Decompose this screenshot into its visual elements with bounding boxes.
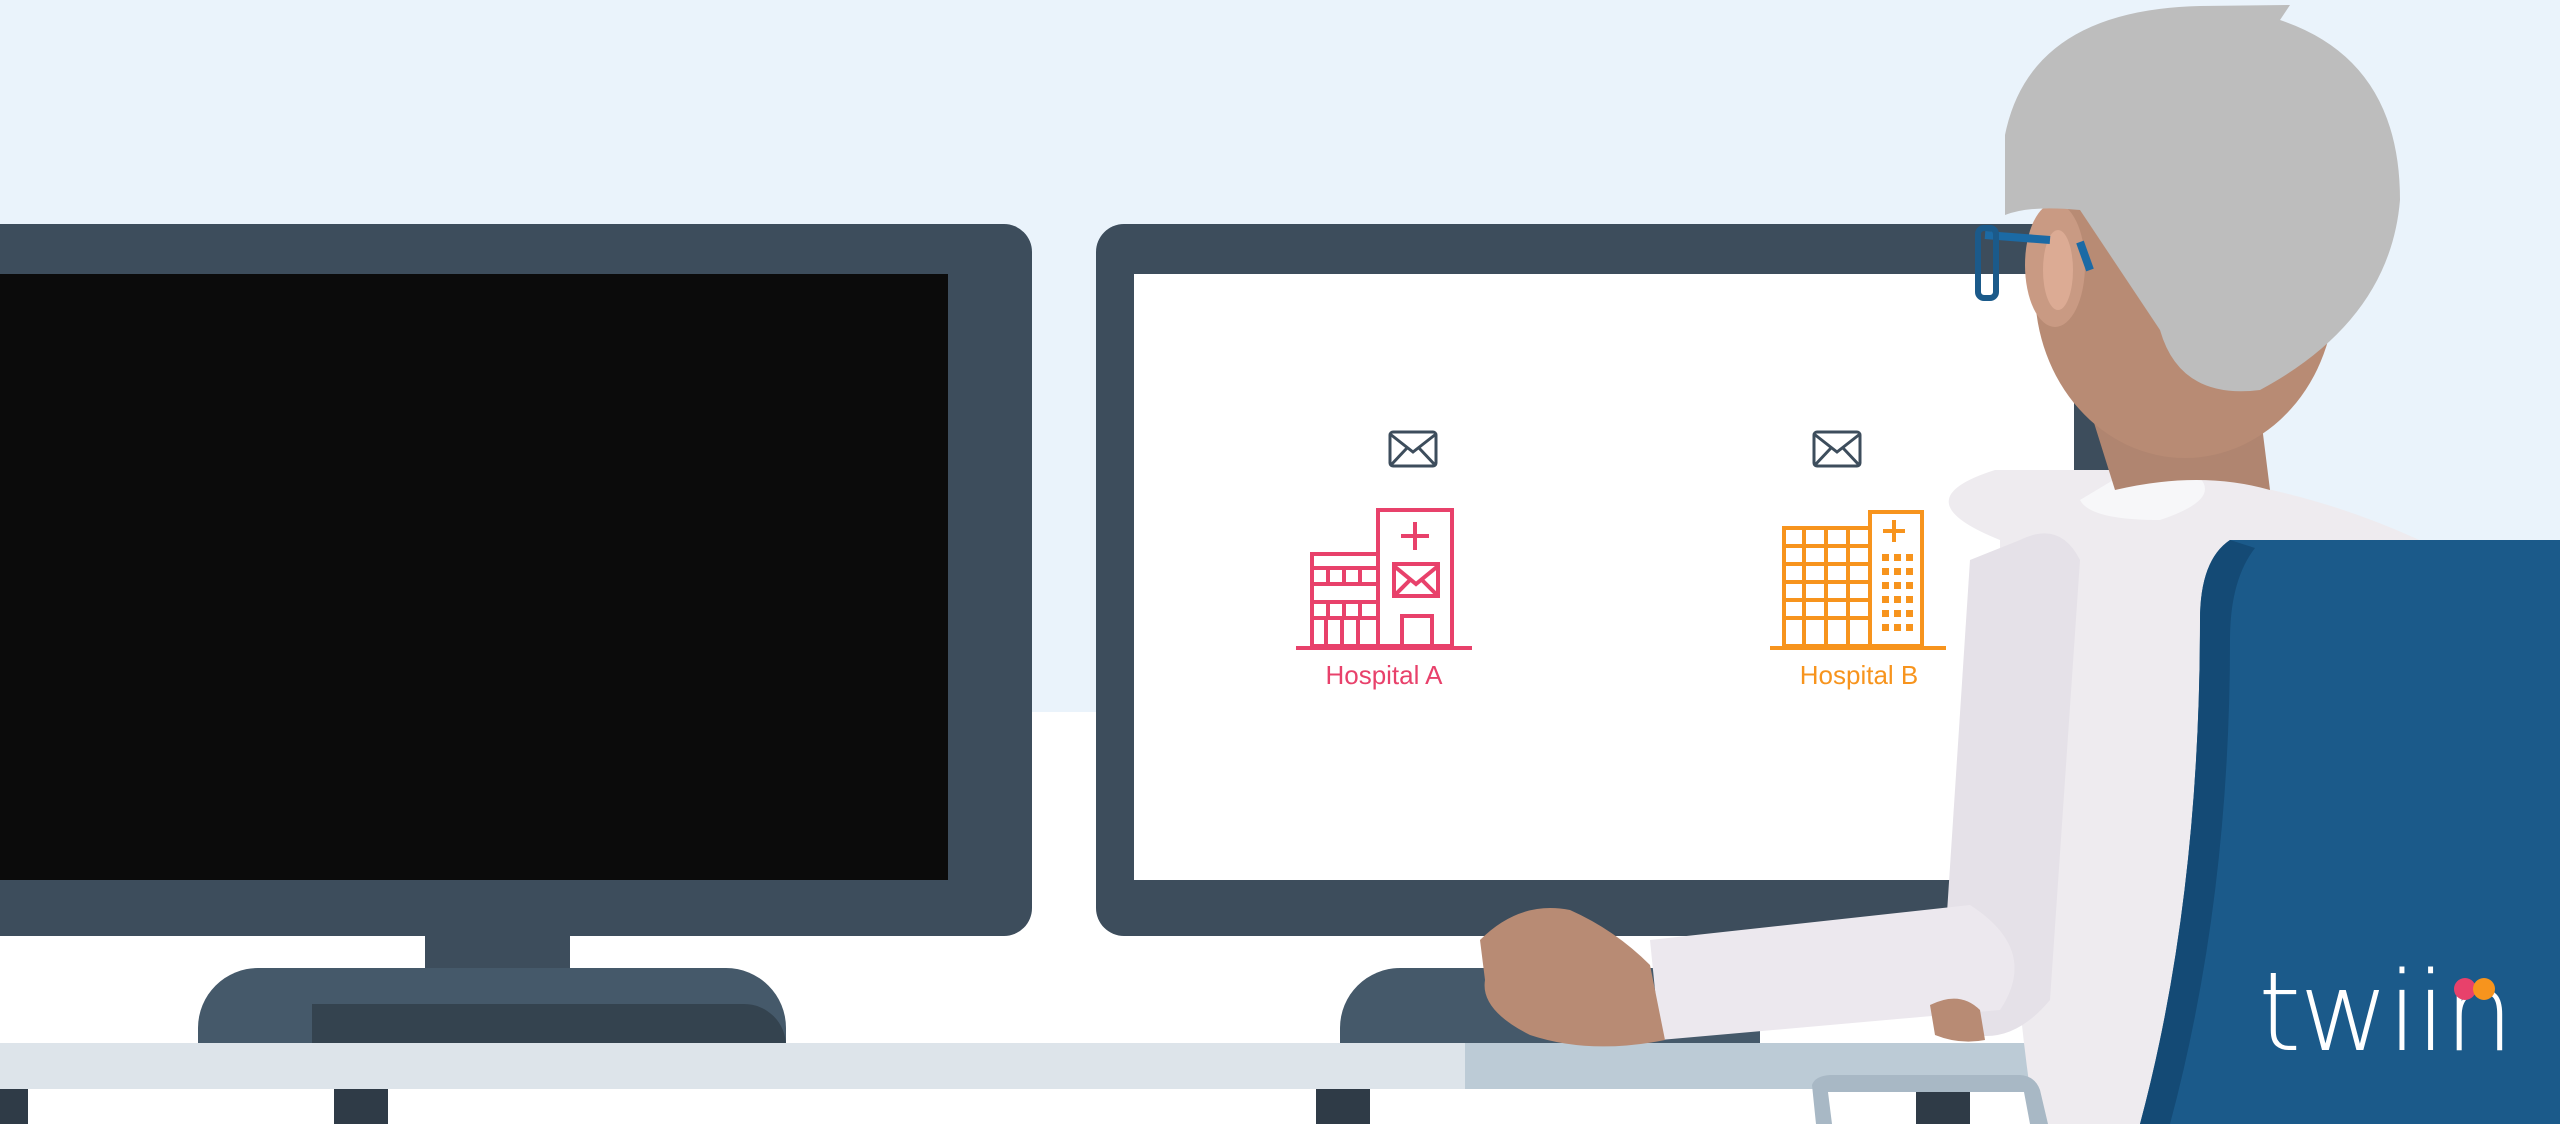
left-monitor-base-shadow	[312, 1004, 786, 1046]
logo-dots	[2454, 978, 2495, 1000]
left-monitor-screen	[0, 274, 948, 880]
desk-leg	[334, 1089, 388, 1124]
twiin-logo: twiin	[2258, 948, 2514, 1076]
desk-leg	[1316, 1089, 1370, 1124]
left-monitor	[0, 224, 1032, 936]
envelope-icon[interactable]	[1388, 430, 1438, 468]
desk-leg	[0, 1089, 28, 1124]
